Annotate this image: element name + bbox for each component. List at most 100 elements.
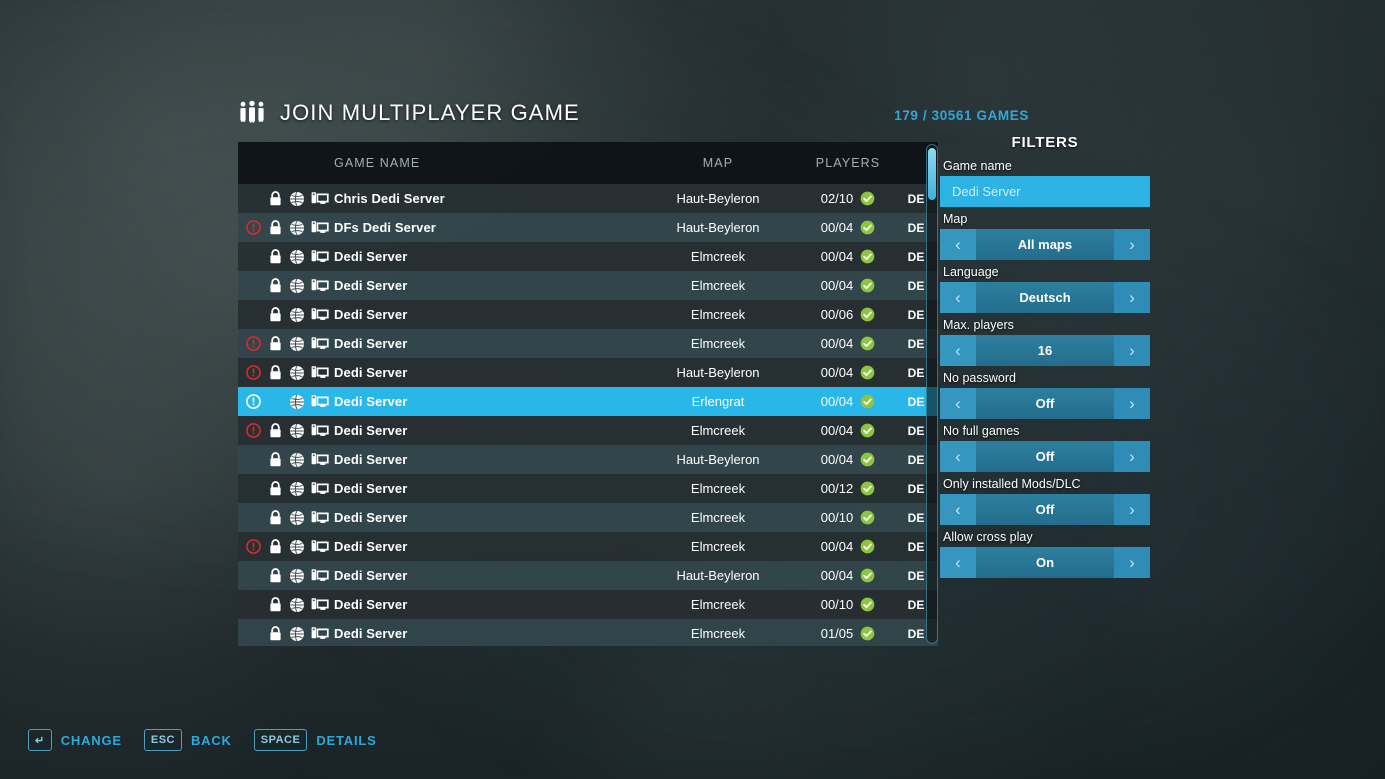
status-ok-icon: [860, 191, 875, 206]
row-players: 00/04: [802, 336, 894, 351]
server-list-panel: GAME NAME MAP PLAYERS Chris Dedi ServerH…: [238, 142, 938, 646]
header-map[interactable]: MAP: [634, 156, 802, 170]
row-players: 00/06: [802, 307, 894, 322]
filter-stepper-4[interactable]: ‹Off›: [940, 441, 1150, 472]
chevron-left-icon[interactable]: ‹: [940, 547, 976, 578]
status-ok-icon: [860, 452, 875, 467]
row-map: Haut-Beyleron: [634, 220, 802, 235]
server-monitor-icon: [308, 423, 332, 438]
table-row[interactable]: Dedi ServerElmcreek00/04DE: [238, 271, 938, 300]
row-player-count: 00/10: [821, 510, 854, 525]
row-map: Elmcreek: [634, 307, 802, 322]
page-header: JOIN MULTIPLAYER GAME: [238, 100, 580, 126]
status-ok-icon: [860, 336, 875, 351]
table-row[interactable]: Dedi ServerElmcreek00/10DE: [238, 503, 938, 532]
warning-icon[interactable]: [242, 423, 264, 438]
table-row[interactable]: Dedi ServerElmcreek00/04DE: [238, 532, 938, 561]
row-game-name: Dedi Server: [334, 336, 634, 351]
row-icons: [238, 568, 334, 584]
server-monitor-icon: [308, 481, 332, 496]
row-map: Elmcreek: [634, 249, 802, 264]
header-game-name[interactable]: GAME NAME: [334, 156, 634, 170]
table-row[interactable]: Dedi ServerElmcreek01/05DE: [238, 619, 938, 646]
table-row[interactable]: Dedi ServerElmcreek00/06DE: [238, 300, 938, 329]
row-player-count: 00/12: [821, 481, 854, 496]
row-game-name: Chris Dedi Server: [334, 191, 634, 206]
globe-icon: [286, 220, 308, 236]
row-players: 01/05: [802, 626, 894, 641]
filter-stepper-2[interactable]: ‹16›: [940, 335, 1150, 366]
chevron-right-icon[interactable]: ›: [1114, 388, 1150, 419]
warning-icon[interactable]: [242, 394, 264, 409]
row-icons: [238, 423, 334, 439]
chevron-right-icon[interactable]: ›: [1114, 229, 1150, 260]
chevron-right-icon[interactable]: ›: [1114, 335, 1150, 366]
status-ok-icon: [860, 510, 875, 525]
table-row[interactable]: DFs Dedi ServerHaut-Beyleron00/04DE: [238, 213, 938, 242]
server-monitor-icon: [308, 278, 332, 293]
row-map: Haut-Beyleron: [634, 365, 802, 380]
table-row[interactable]: Dedi ServerElmcreek00/12DE: [238, 474, 938, 503]
server-monitor-icon: [308, 452, 332, 467]
chevron-left-icon[interactable]: ‹: [940, 388, 976, 419]
filter-stepper-5[interactable]: ‹Off›: [940, 494, 1150, 525]
row-player-count: 02/10: [821, 191, 854, 206]
row-icons: [238, 191, 334, 207]
chevron-left-icon[interactable]: ‹: [940, 494, 976, 525]
chevron-right-icon[interactable]: ›: [1114, 494, 1150, 525]
row-icons: [238, 394, 334, 410]
filter-stepper-6[interactable]: ‹On›: [940, 547, 1150, 578]
row-map: Elmcreek: [634, 539, 802, 554]
filter-game-name-input[interactable]: Dedi Server: [940, 176, 1150, 207]
lock-icon: [264, 481, 286, 496]
status-ok-icon: [860, 220, 875, 235]
warning-icon[interactable]: [242, 539, 264, 554]
table-row[interactable]: Dedi ServerElmcreek00/04DE: [238, 416, 938, 445]
row-players: 00/04: [802, 220, 894, 235]
table-row[interactable]: Dedi ServerHaut-Beyleron00/04DE: [238, 358, 938, 387]
chevron-left-icon[interactable]: ‹: [940, 335, 976, 366]
warning-icon[interactable]: [242, 336, 264, 351]
chevron-left-icon[interactable]: ‹: [940, 229, 976, 260]
table-row[interactable]: Dedi ServerElmcreek00/04DE: [238, 329, 938, 358]
key-hint[interactable]: ↵CHANGE: [28, 729, 122, 751]
table-row[interactable]: Dedi ServerErlengrat00/04DE: [238, 387, 938, 416]
row-player-count: 00/04: [821, 394, 854, 409]
globe-icon: [286, 626, 308, 642]
chevron-right-icon[interactable]: ›: [1114, 282, 1150, 313]
chevron-left-icon[interactable]: ‹: [940, 282, 976, 313]
status-ok-icon: [860, 278, 875, 293]
table-row[interactable]: Chris Dedi ServerHaut-Beyleron02/10DE: [238, 184, 938, 213]
list-scrollbar-thumb[interactable]: [928, 148, 936, 200]
chevron-left-icon[interactable]: ‹: [940, 441, 976, 472]
row-map: Elmcreek: [634, 626, 802, 641]
lock-icon: [264, 249, 286, 264]
row-icons: [238, 510, 334, 526]
row-icons: [238, 336, 334, 352]
key-hint[interactable]: ESCBACK: [144, 729, 232, 751]
filter-steppers: Map‹All maps›Language‹Deutsch›Max. playe…: [940, 212, 1150, 578]
table-row[interactable]: Dedi ServerHaut-Beyleron00/04DE: [238, 445, 938, 474]
row-map: Haut-Beyleron: [634, 452, 802, 467]
filters-title: FILTERS: [940, 134, 1150, 151]
table-row[interactable]: Dedi ServerElmcreek00/04DE: [238, 242, 938, 271]
table-row[interactable]: Dedi ServerHaut-Beyleron00/04DE: [238, 561, 938, 590]
filter-stepper-3[interactable]: ‹Off›: [940, 388, 1150, 419]
row-map: Elmcreek: [634, 336, 802, 351]
row-game-name: DFs Dedi Server: [334, 220, 634, 235]
chevron-right-icon[interactable]: ›: [1114, 441, 1150, 472]
warning-icon[interactable]: [242, 220, 264, 235]
chevron-right-icon[interactable]: ›: [1114, 547, 1150, 578]
table-row[interactable]: Dedi ServerElmcreek00/10DE: [238, 590, 938, 619]
filter-stepper-1[interactable]: ‹Deutsch›: [940, 282, 1150, 313]
header-players[interactable]: PLAYERS: [802, 156, 894, 170]
status-ok-icon: [860, 307, 875, 322]
row-players: 00/04: [802, 452, 894, 467]
warning-icon[interactable]: [242, 365, 264, 380]
row-player-count: 00/04: [821, 365, 854, 380]
lock-icon: [264, 510, 286, 525]
list-scrollbar-track[interactable]: [926, 144, 938, 644]
status-ok-icon: [860, 249, 875, 264]
filter-stepper-0[interactable]: ‹All maps›: [940, 229, 1150, 260]
key-hint[interactable]: SPACEDETAILS: [254, 729, 377, 751]
